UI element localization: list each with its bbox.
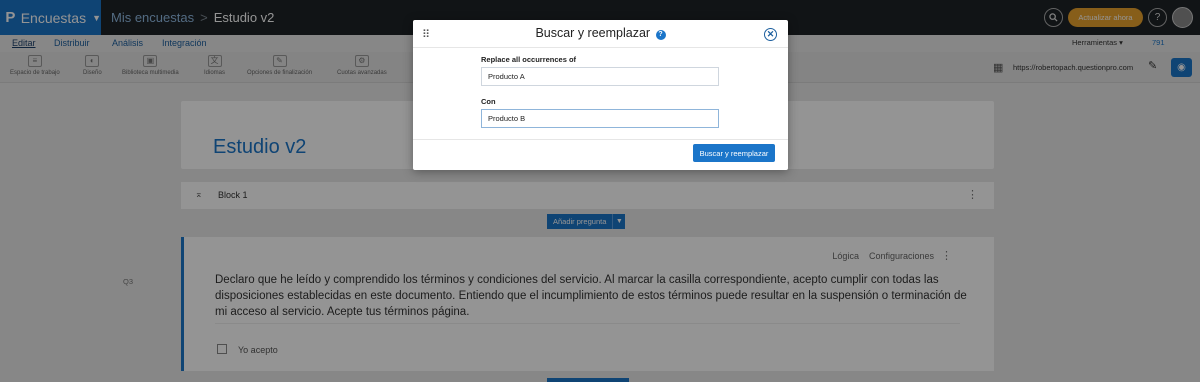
help-icon[interactable]: ? [655,30,666,40]
close-icon[interactable]: ✕ [764,28,777,41]
divider [413,139,788,140]
find-label: Replace all occurrences of [481,55,577,64]
divider [413,47,788,48]
dialog-title: Buscar y reemplazar ? [413,26,788,40]
replace-label: Con [481,97,496,106]
find-input[interactable] [481,67,719,86]
find-replace-button[interactable]: Buscar y reemplazar [693,144,775,162]
replace-input[interactable] [481,109,719,128]
find-replace-dialog: ⠿ Buscar y reemplazar ? ✕ Replace all oc… [413,20,788,170]
dialog-title-text: Buscar y reemplazar [535,26,651,40]
